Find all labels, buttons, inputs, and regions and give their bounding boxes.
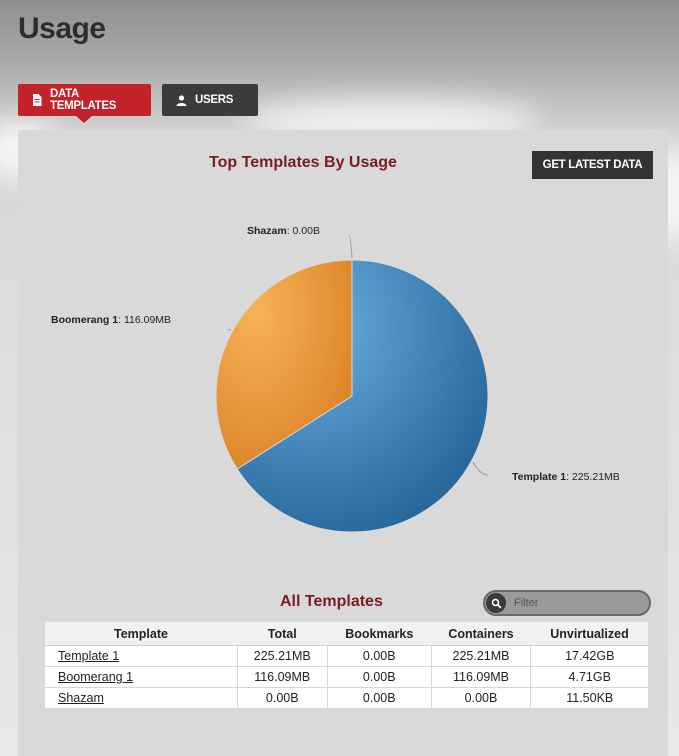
table-cell: 0.00B [431,687,532,709]
tab-data-templates[interactable]: DATA TEMPLATES [18,84,151,123]
page-title: Usage [18,12,106,45]
pie-data-label: Template 1: 225.21MB [512,471,620,483]
document-icon [32,94,42,106]
column-header[interactable]: Unvirtualized [530,622,648,646]
template-link[interactable]: Template 1 [58,649,119,663]
table-cell: 116.09MB [431,666,532,688]
template-link[interactable]: Boomerang 1 [58,670,133,684]
tab-users[interactable]: USERS [162,84,258,116]
table-cell: 4.71GB [530,666,648,688]
table-row: Shazam 0.00B 0.00B 0.00B 11.50KB [45,687,648,709]
table-cell: 225.21MB [431,645,532,667]
table-row: Boomerang 1 116.09MB 0.00B 116.09MB 4.71… [45,666,648,688]
tab-label: DATA TEMPLATES [50,88,117,112]
table-cell: 11.50KB [530,687,648,709]
column-header[interactable]: Bookmarks [327,622,432,646]
filter-input[interactable] [512,596,636,610]
table-cell: 17.42GB [530,645,648,667]
table-cell: 0.00B [237,687,328,709]
column-header[interactable]: Total [237,622,328,646]
table-cell: 225.21MB [237,645,328,667]
table-cell: 0.00B [327,645,432,667]
filter-box [483,590,651,616]
column-header[interactable]: Containers [431,622,531,646]
content-panel: Top Templates By Usage GET LATEST DATA T… [18,130,668,756]
table-cell: 116.09MB [237,666,328,688]
table-cell: 0.00B [327,666,432,688]
column-header[interactable]: Template [45,622,237,646]
pie-chart: Template 1: 225.21MB Boomerang 1: 116.09M… [51,225,620,533]
pie-label-connector [472,462,489,476]
pie-data-label: Boomerang 1: 116.09MB [51,314,171,326]
pie-label-connector [348,234,353,259]
templates-table: Template Total Bookmarks Containers Unvi… [45,622,648,709]
tab-label: USERS [195,94,234,106]
user-icon [176,94,187,106]
pie-data-label: Shazam: 0.00B [247,225,320,237]
table-header-row: Template Total Bookmarks Containers Unvi… [45,622,648,646]
template-link[interactable]: Shazam [58,691,104,705]
table-cell: 0.00B [327,687,432,709]
search-icon [486,593,506,613]
table-row: Template 1 225.21MB 0.00B 225.21MB 17.42… [45,645,648,667]
table-section-title: All Templates [280,593,383,610]
